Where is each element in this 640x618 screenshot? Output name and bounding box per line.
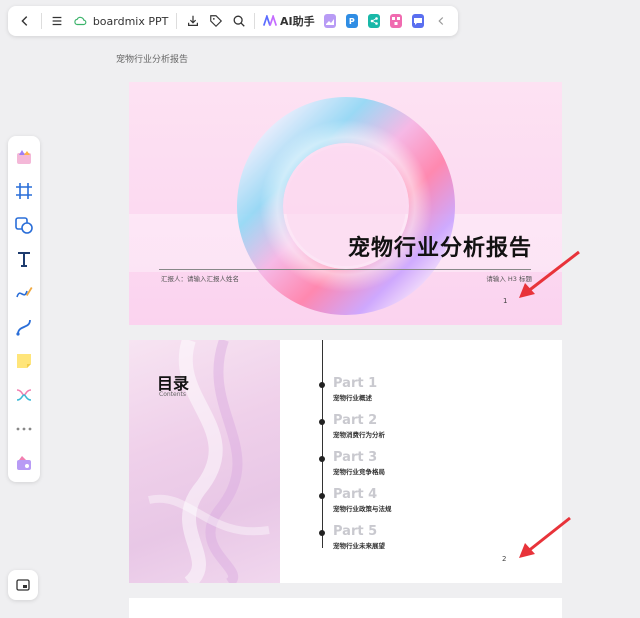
slide-2-page-number: 2	[502, 555, 507, 563]
toc-dot	[319, 382, 325, 388]
download-icon	[187, 15, 198, 26]
connector-tool[interactable]	[12, 315, 36, 339]
slide-1-divider	[159, 269, 531, 270]
plugin-tool[interactable]	[12, 451, 36, 475]
toc-dot	[319, 530, 325, 536]
silk-decoration	[148, 340, 270, 583]
slide-1-thumbnail[interactable]: 宠物行业分析报告 汇报人：请输入汇报人姓名 请输入 H3 标题 1	[129, 82, 562, 325]
toc-item: Part 2 宠物消费行为分析	[333, 413, 385, 440]
page-breadcrumb: 宠物行业分析报告	[116, 55, 189, 65]
collapse-toolbar-button[interactable]	[431, 10, 450, 32]
toc-dot	[319, 493, 325, 499]
chevron-left-icon	[21, 16, 28, 26]
toolbar-divider	[40, 13, 42, 29]
more-tools-button[interactable]	[12, 417, 36, 441]
shape-icon	[15, 217, 33, 234]
minimap-icon	[16, 579, 30, 591]
search-button[interactable]	[229, 10, 248, 32]
minimap-button[interactable]	[8, 570, 38, 600]
ai-assistant-label: AI助手	[280, 15, 315, 28]
menu-icon	[52, 16, 62, 26]
template-icon	[17, 150, 31, 164]
left-tool-palette	[8, 136, 40, 482]
slide-1-page-number: 1	[503, 297, 508, 305]
mindmap-icon	[16, 389, 32, 401]
ai-logo-icon	[263, 15, 278, 26]
comment-plugin-icon[interactable]	[411, 14, 425, 28]
pen-icon	[16, 287, 33, 298]
plugin-icon	[17, 456, 31, 470]
toc-item: Part 3 宠物行业竞争格局	[333, 450, 385, 477]
ai-image-icon[interactable]	[323, 14, 336, 28]
more-icon	[16, 427, 32, 431]
pen-tool[interactable]	[12, 281, 36, 305]
toolbar-divider	[176, 13, 178, 29]
document-name[interactable]: boardmix PPT	[73, 14, 169, 28]
frame-tool[interactable]	[12, 179, 36, 203]
search-icon	[233, 15, 245, 27]
slide-2-silk-panel	[129, 340, 280, 583]
mindmap-plugin-icon[interactable]	[389, 14, 402, 28]
toc-item-number: Part 5	[333, 524, 378, 539]
toc-item-text: 宠物行业未来展望	[333, 542, 385, 550]
text-tool[interactable]	[12, 247, 36, 271]
slide-1-reporter: 汇报人：请输入汇报人姓名	[161, 275, 239, 283]
share-plugin-icon[interactable]	[367, 14, 380, 28]
frame-icon	[16, 183, 32, 199]
toc-item-number: Part 1	[333, 376, 378, 391]
toolbar-divider	[254, 13, 256, 29]
menu-button[interactable]	[48, 10, 67, 32]
toc-item: Part 5 宠物行业未来展望	[333, 524, 385, 551]
sticky-note-tool[interactable]	[12, 349, 36, 373]
mindmap-tool[interactable]	[12, 383, 36, 407]
text-icon	[18, 252, 30, 267]
cloud-icon	[74, 16, 87, 26]
connector-icon	[16, 319, 31, 336]
back-button[interactable]	[16, 10, 35, 32]
tag-icon	[209, 15, 222, 28]
toc-item-text: 宠物消费行为分析	[333, 431, 385, 439]
toc-item: Part 4 宠物行业政策与法规	[333, 487, 392, 514]
document-name-label: boardmix PPT	[92, 14, 169, 28]
toc-dot	[319, 456, 325, 462]
annotation-arrow-1	[519, 250, 580, 298]
slide-3-thumbnail[interactable]	[129, 598, 562, 618]
shape-tool[interactable]	[12, 213, 36, 237]
ppt-plugin-icon[interactable]: P	[345, 14, 358, 28]
download-button[interactable]	[183, 10, 202, 32]
chevron-left-icon	[437, 17, 443, 25]
sticky-note-icon	[17, 354, 31, 368]
slide-2-thumbnail[interactable]: 目录 Contents Part 1 宠物行业概述 Part 2 宠物消费行为分…	[129, 340, 562, 583]
toc-dot	[319, 419, 325, 425]
toc-item-text: 宠物行业竞争格局	[333, 468, 385, 476]
toc-item-number: Part 3	[333, 450, 378, 465]
toc-item-text: 宠物行业概述	[333, 394, 372, 402]
iridescent-ring-graphic	[237, 97, 455, 315]
slide-2-subtitle: Contents	[159, 391, 186, 398]
annotation-arrow-2	[519, 516, 571, 558]
toc-timeline	[322, 340, 323, 548]
toc-item-number: Part 2	[333, 413, 378, 428]
toc-item: Part 1 宠物行业概述	[333, 376, 378, 403]
ai-assistant-button[interactable]: AI助手	[263, 13, 315, 29]
toc-item-text: 宠物行业政策与法规	[333, 505, 392, 513]
tag-button[interactable]	[206, 10, 225, 32]
top-toolbar: boardmix PPT AI助手 P	[8, 6, 458, 36]
toc-item-number: Part 4	[333, 487, 378, 502]
template-tool[interactable]	[12, 145, 36, 169]
slide-1-title: 宠物行业分析报告	[347, 236, 532, 261]
